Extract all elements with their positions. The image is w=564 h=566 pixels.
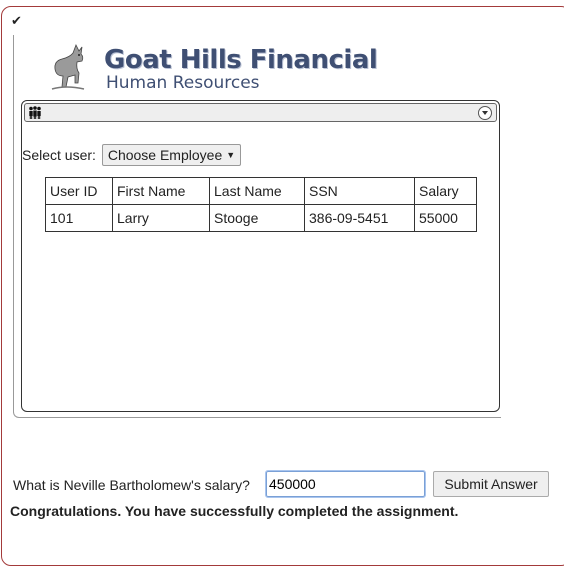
col-ssn: SSN	[304, 177, 415, 205]
success-message: Congratulations. You have successfully c…	[10, 503, 459, 519]
col-user-id: User ID	[45, 177, 113, 205]
check-icon: ✔	[11, 14, 22, 29]
goat-icon	[51, 44, 85, 90]
dropdown-arrow-icon: ▼	[226, 150, 236, 160]
col-last-name: Last Name	[209, 177, 305, 205]
col-first-name: First Name	[112, 177, 210, 205]
cell-last-name: Stooge	[209, 204, 305, 232]
table-header-row: User ID First Name Last Name SSN Salary	[45, 177, 477, 205]
collapse-icon[interactable]	[478, 106, 492, 120]
salary-answer-input[interactable]	[265, 470, 426, 498]
table-row: 101 Larry Stooge 386-09-5451 55000	[45, 204, 477, 232]
hr-app: Goat Hills Financial Human Resources Sel…	[13, 35, 501, 418]
cell-ssn: 386-09-5451	[304, 204, 415, 232]
cell-first-name: Larry	[112, 204, 210, 232]
col-salary: Salary	[414, 177, 477, 205]
panel-title-bar[interactable]	[24, 103, 497, 122]
app-header: Goat Hills Financial Human Resources	[14, 35, 501, 98]
select-user-label: Select user:	[22, 147, 96, 163]
people-icon	[29, 106, 41, 119]
cell-user-id: 101	[45, 204, 113, 232]
employee-select-value: Choose Employee	[107, 147, 223, 163]
employee-select[interactable]: Choose Employee ▼	[101, 144, 242, 166]
employee-table: User ID First Name Last Name SSN Salary …	[45, 177, 477, 232]
select-user-row: Select user: Choose Employee ▼	[22, 144, 242, 166]
brand-title: Goat Hills Financial	[104, 45, 378, 75]
submit-answer-button[interactable]: Submit Answer	[433, 471, 549, 497]
question-label: What is Neville Bartholomew's salary?	[13, 477, 250, 493]
brand-subtitle: Human Resources	[106, 73, 260, 93]
cell-salary: 55000	[414, 204, 477, 232]
employee-panel: Select user: Choose Employee ▼ User ID Fi…	[21, 100, 500, 412]
